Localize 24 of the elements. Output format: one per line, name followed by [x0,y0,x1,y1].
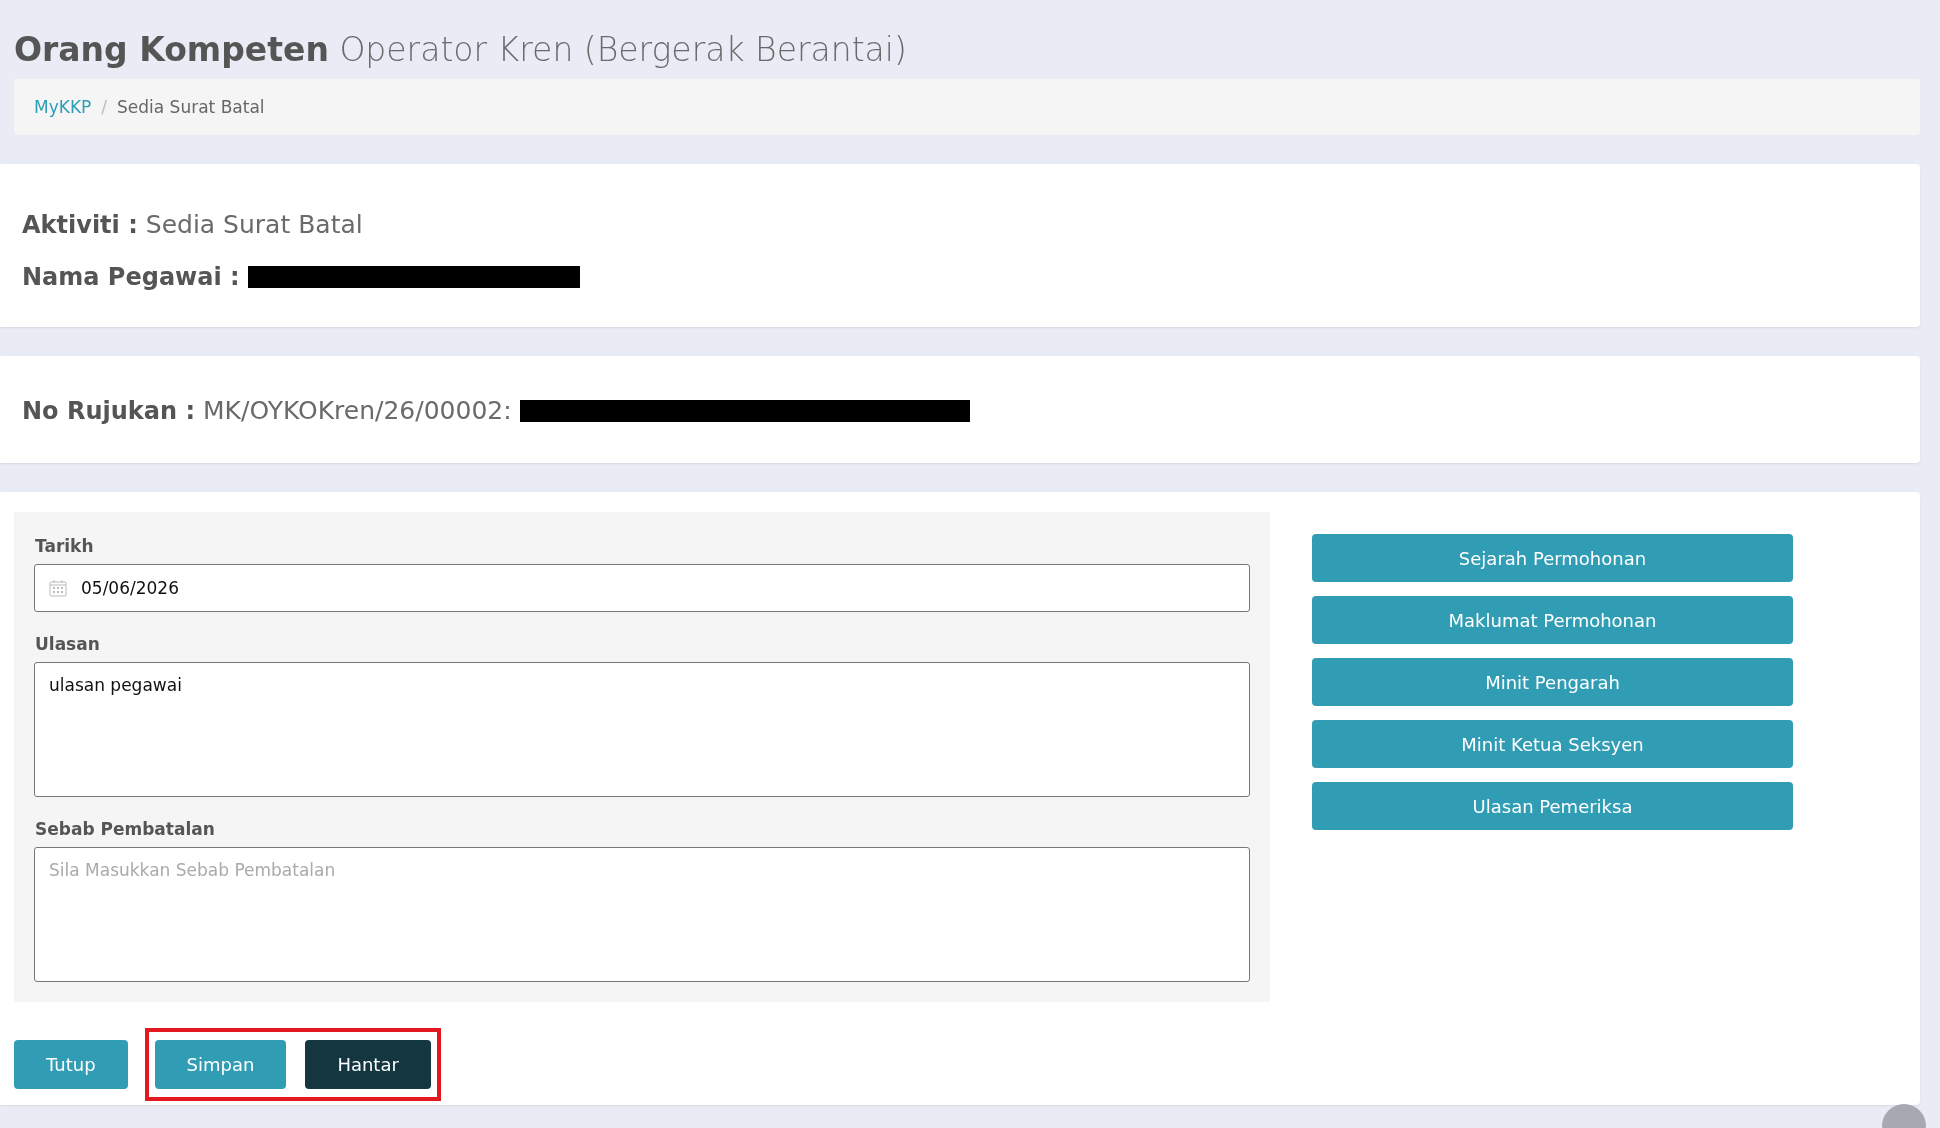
date-field[interactable]: 05/06/2026 [34,564,1250,612]
breadcrumb-current: Sedia Surat Batal [117,97,265,117]
action-button[interactable]: Hantar [305,1040,431,1089]
field-label: No Rujukan : [22,396,195,425]
field-label: Sebab Pembatalan [35,819,216,839]
field-value: MK/OYKOKren/26/00002: [203,396,512,425]
breadcrumb-separator: / [101,97,107,117]
side-button[interactable]: Maklumat Permohonan [1312,596,1793,644]
field-label: Aktiviti : [22,210,138,239]
action-button[interactable]: Simpan [154,1040,287,1089]
action-button[interactable]: Tutup [14,1040,128,1089]
field-label: Ulasan [35,634,101,654]
side-button[interactable]: Ulasan Pemeriksa [1312,782,1793,830]
text-area[interactable]: Sila Masukkan Sebab Pembatalan [34,847,1250,982]
calendar-icon [49,579,67,597]
field-label: Nama Pegawai : [22,263,240,291]
field-value: Sedia Surat Batal [145,210,363,239]
side-button[interactable]: Minit Pengarah [1312,658,1793,706]
text-area[interactable]: ulasan pegawai [34,662,1250,797]
side-button[interactable]: Minit Ketua Seksyen [1312,720,1793,768]
breadcrumb-link[interactable]: MyKKP [34,97,92,117]
page-title: Orang Kompeten Operator Kren (Bergerak Berantai) [13,29,908,71]
field-label: Tarikh [35,536,95,556]
side-button[interactable]: Sejarah Permohonan [1312,534,1793,582]
